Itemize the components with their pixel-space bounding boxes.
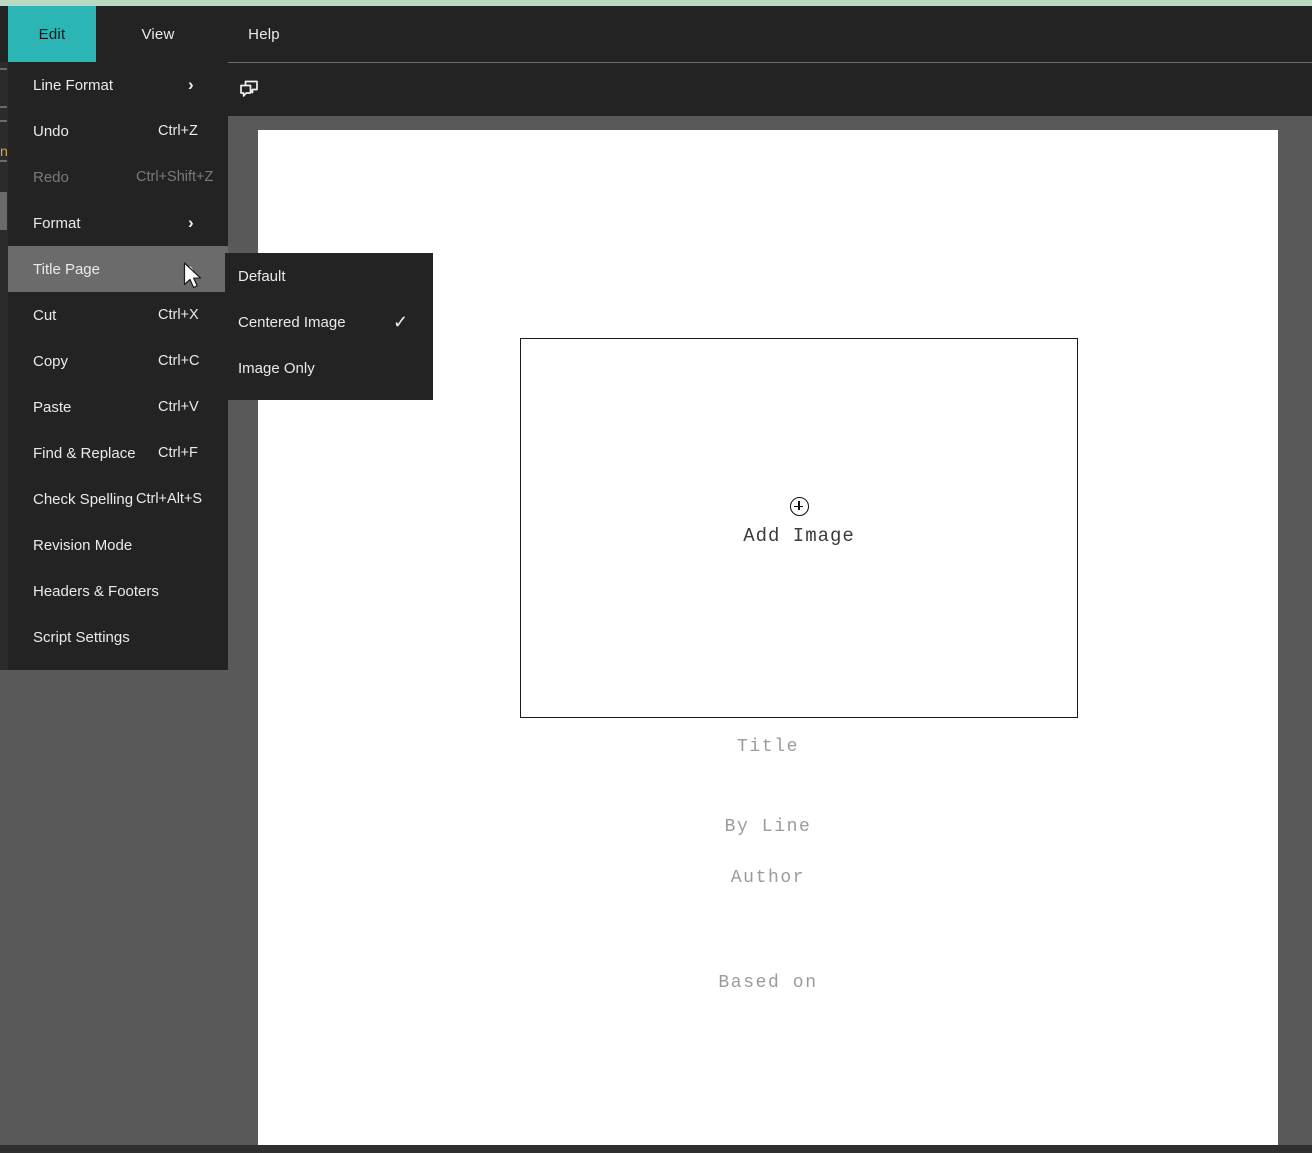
menu-item-label: Redo [33, 168, 69, 186]
footer-bar [0, 1145, 1312, 1153]
menu-item-label: Check Spelling [33, 490, 134, 508]
menu-item-shortcut: Ctrl+X [158, 307, 199, 323]
add-image-placeholder[interactable]: Add Image [520, 338, 1078, 718]
menu-item-copy[interactable]: Copy Ctrl+C [8, 338, 228, 384]
chevron-right-icon: › [188, 213, 194, 232]
menu-item-shortcut: Ctrl+V [158, 399, 199, 415]
app-window: Edit View Help Add Image Title By Line A… [0, 0, 1312, 1153]
menu-tab-help-label: Help [248, 25, 280, 43]
menu-item-label: Title Page [33, 260, 100, 278]
menu-item-label: Paste [33, 398, 72, 416]
menu-item-label: Undo [33, 122, 69, 140]
menu-item-line-format[interactable]: Line Format › [8, 62, 228, 108]
menu-item-shortcut: Ctrl+Shift+Z [136, 169, 214, 185]
menu-item-label: Format [33, 214, 81, 232]
menu-item-check-spelling[interactable]: Check Spelling Ctrl+Alt+S [8, 476, 228, 522]
submenu-item-centered-image[interactable]: Centered Image ✓ [225, 299, 433, 345]
menu-item-shortcut: Ctrl+Alt+S [136, 491, 203, 507]
menu-item-redo: Redo Ctrl+Shift+Z [8, 154, 228, 200]
submenu-item-default[interactable]: Default [225, 253, 433, 299]
menu-item-label: Headers & Footers [33, 582, 159, 600]
edit-menu-dropdown: Line Format › Undo Ctrl+Z Redo Ctrl+Shift+Z Fo… [8, 62, 228, 670]
menu-tab-edit[interactable]: Edit [8, 6, 96, 62]
comments-icon [240, 80, 258, 97]
menu-item-shortcut: Ctrl+Z [158, 123, 198, 139]
menu-item-revision-mode[interactable]: Revision Mode [8, 522, 228, 568]
author-field[interactable]: Author [258, 868, 1278, 888]
menu-item-format[interactable]: Format › [8, 200, 228, 246]
comments-button[interactable] [232, 72, 266, 106]
title-field[interactable]: Title [258, 737, 1278, 757]
chevron-right-icon: › [188, 259, 194, 278]
menu-item-label: Find & Replace [33, 444, 136, 462]
menu-item-headers-footers[interactable]: Headers & Footers [8, 568, 228, 614]
menu-item-label: Cut [33, 306, 57, 324]
menu-item-paste[interactable]: Paste Ctrl+V [8, 384, 228, 430]
menu-item-find-replace[interactable]: Find & Replace Ctrl+F [8, 430, 228, 476]
toolbar-separator [228, 62, 1312, 63]
chevron-right-icon: › [188, 75, 194, 94]
byline-field[interactable]: By Line [258, 817, 1278, 837]
plus-circle-icon [789, 497, 809, 516]
submenu-item-image-only[interactable]: Image Only [225, 345, 433, 391]
submenu-item-label: Centered Image [238, 313, 346, 331]
title-page-submenu: Default Centered Image ✓ Image Only [225, 253, 433, 400]
submenu-item-label: Image Only [238, 359, 315, 377]
menu-item-cut[interactable]: Cut Ctrl+X [8, 292, 228, 338]
menu-item-label: Copy [33, 352, 69, 370]
menu-tab-view[interactable]: View [116, 6, 200, 62]
menu-item-label: Line Format [33, 76, 114, 94]
left-panel-sliver: n [0, 62, 8, 670]
menu-tab-view-label: View [141, 25, 175, 43]
menu-tab-edit-label: Edit [38, 25, 66, 43]
left-panel-text-fragment: n [0, 143, 8, 159]
menu-item-shortcut: Ctrl+F [158, 445, 198, 461]
menu-item-label: Revision Mode [33, 536, 133, 554]
based-on-field[interactable]: Based on [258, 973, 1278, 993]
check-icon: ✓ [393, 311, 409, 332]
add-image-label: Add Image [743, 525, 855, 547]
menu-item-title-page[interactable]: Title Page › [8, 246, 228, 292]
menu-item-script-settings[interactable]: Script Settings [8, 614, 228, 660]
menu-item-label: Script Settings [33, 628, 130, 646]
menu-bar: Edit View Help [0, 6, 1312, 62]
menu-item-undo[interactable]: Undo Ctrl+Z [8, 108, 228, 154]
submenu-item-label: Default [238, 267, 286, 285]
menu-tab-help[interactable]: Help [222, 6, 306, 62]
menu-item-shortcut: Ctrl+C [158, 353, 200, 369]
